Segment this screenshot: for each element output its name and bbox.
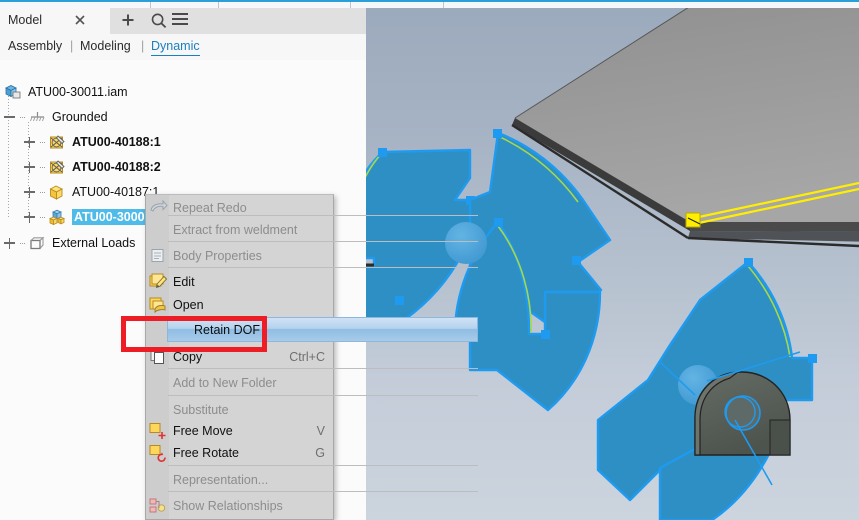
- tree-node-label: ATU00-40188:2: [72, 160, 161, 174]
- 3d-model-graphics: [366, 8, 859, 520]
- blank-icon: [146, 371, 169, 394]
- tree-node-external-loads[interactable]: External Loads: [4, 231, 135, 255]
- menu-item-label: Extract from weldment: [173, 222, 298, 237]
- filter-divider: |: [70, 39, 74, 53]
- ribbon-accent-line: [0, 0, 859, 2]
- menu-item-shortcut: Ctrl+C: [289, 349, 325, 364]
- menu-separator: [168, 465, 478, 466]
- filter-divider: |: [141, 39, 145, 53]
- expand-plus-icon[interactable]: [24, 186, 35, 198]
- ribbon-bottom-strip: [0, 0, 859, 8]
- tree-connector: [38, 187, 47, 198]
- menu-item-substitute: Substitute: [146, 398, 332, 421]
- part-icon: [48, 184, 67, 201]
- show-relationships-icon: [146, 494, 169, 517]
- blank-icon: [146, 468, 169, 491]
- menu-item-shortcut: G: [315, 445, 325, 460]
- tree-node-label: ATU00-3000: [72, 209, 147, 225]
- menu-item-shortcut: V: [316, 423, 325, 438]
- menu-separator: [168, 215, 478, 216]
- menu-separator: [168, 241, 478, 242]
- menu-item-label: Body Properties: [173, 248, 262, 263]
- search-icon[interactable]: [150, 12, 168, 30]
- menu-item-label: Free Rotate: [173, 445, 240, 460]
- tree-node-label: ATU00-30011.iam: [28, 85, 128, 99]
- assembly-icon: [4, 84, 23, 101]
- edit-icon: [146, 270, 169, 293]
- filter-assembly[interactable]: Assembly: [8, 39, 62, 53]
- filter-dynamic[interactable]: Dynamic: [151, 39, 200, 56]
- welded-part-icon: [48, 134, 67, 151]
- menu-item-label: Free Move: [173, 423, 233, 438]
- menu-item-edit[interactable]: Edit: [146, 270, 332, 293]
- context-menu-items: Repeat Redo Extract from weldment Body P…: [145, 194, 478, 520]
- tree-node-atu00-40188-2[interactable]: ATU00-40188:2: [24, 155, 161, 179]
- menu-item-representation: Representation...: [146, 468, 332, 491]
- menu-item-free-rotate[interactable]: Free Rotate G: [146, 441, 332, 464]
- application-window: Model Assembly | Modeling | Dynamic ATU0…: [0, 0, 859, 520]
- 3d-viewport[interactable]: [366, 8, 859, 520]
- menu-item-free-move[interactable]: Free Move V: [146, 419, 332, 442]
- external-loads-icon: [28, 235, 47, 252]
- tab-model-label: Model: [8, 13, 43, 27]
- menu-separator: [168, 368, 478, 369]
- blank-icon: [146, 218, 169, 241]
- expand-plus-icon[interactable]: [24, 161, 35, 173]
- free-move-icon: [146, 419, 169, 442]
- menu-item-label: Repeat Redo: [173, 200, 247, 215]
- redo-icon: [146, 196, 169, 219]
- collapse-minus-icon[interactable]: [4, 112, 15, 123]
- tree-connector: [38, 162, 47, 173]
- menu-item-body-properties: Body Properties: [146, 244, 332, 267]
- tree-connector: [38, 212, 47, 223]
- browser-tab-bar: Model: [0, 8, 366, 34]
- menu-item-show-relationships: Show Relationships: [146, 494, 332, 517]
- browser-filter-bar: Assembly | Modeling | Dynamic: [0, 34, 366, 60]
- menu-item-add-to-new-folder: Add to New Folder: [146, 371, 332, 394]
- tree-node-assembly-root[interactable]: ATU00-30011.iam: [4, 80, 128, 104]
- open-icon: [146, 293, 169, 316]
- menu-item-open[interactable]: Open: [146, 293, 332, 316]
- menu-item-label: Substitute: [173, 402, 229, 417]
- close-icon[interactable]: [73, 12, 87, 28]
- tree-node-label: Grounded: [52, 110, 108, 124]
- expand-plus-icon[interactable]: [24, 211, 35, 223]
- subassembly-icon: [48, 209, 67, 226]
- menu-item-extract-from-weldment: Extract from weldment: [146, 218, 332, 241]
- hamburger-icon[interactable]: [172, 13, 188, 29]
- welded-part-icon: [48, 159, 67, 176]
- filter-modeling[interactable]: Modeling: [80, 39, 131, 53]
- menu-item-label: Edit: [173, 274, 195, 289]
- expand-plus-icon[interactable]: [24, 136, 35, 148]
- menu-separator: [168, 395, 478, 396]
- expand-plus-icon[interactable]: [4, 237, 15, 249]
- tree-node-grounded[interactable]: Grounded: [4, 105, 108, 129]
- tree-node-atu00-40188-1[interactable]: ATU00-40188:1: [24, 130, 161, 154]
- body-properties-icon: [146, 244, 169, 267]
- tree-connector: [18, 238, 27, 249]
- blank-icon: [146, 398, 169, 421]
- free-rotate-icon: [146, 441, 169, 464]
- menu-separator: [168, 491, 478, 492]
- tree-node-atu00-40187-1[interactable]: ATU00-40187:1: [24, 180, 159, 204]
- tree-node-atu00-3000-selected[interactable]: ATU00-3000: [24, 205, 147, 229]
- plus-icon[interactable]: [119, 11, 137, 29]
- menu-item-label: Show Relationships: [173, 498, 283, 513]
- tree-node-label: External Loads: [52, 236, 136, 250]
- tree-connector: [18, 112, 27, 123]
- menu-item-label: Representation...: [173, 472, 269, 487]
- menu-separator: [168, 267, 478, 268]
- menu-item-label: Add to New Folder: [173, 375, 277, 390]
- highlight-annotation-box: [121, 316, 267, 352]
- grounded-icon: [28, 109, 47, 126]
- tree-node-label: ATU00-40188:1: [72, 135, 161, 149]
- menu-item-label: Open: [173, 297, 204, 312]
- tree-connector: [38, 137, 47, 148]
